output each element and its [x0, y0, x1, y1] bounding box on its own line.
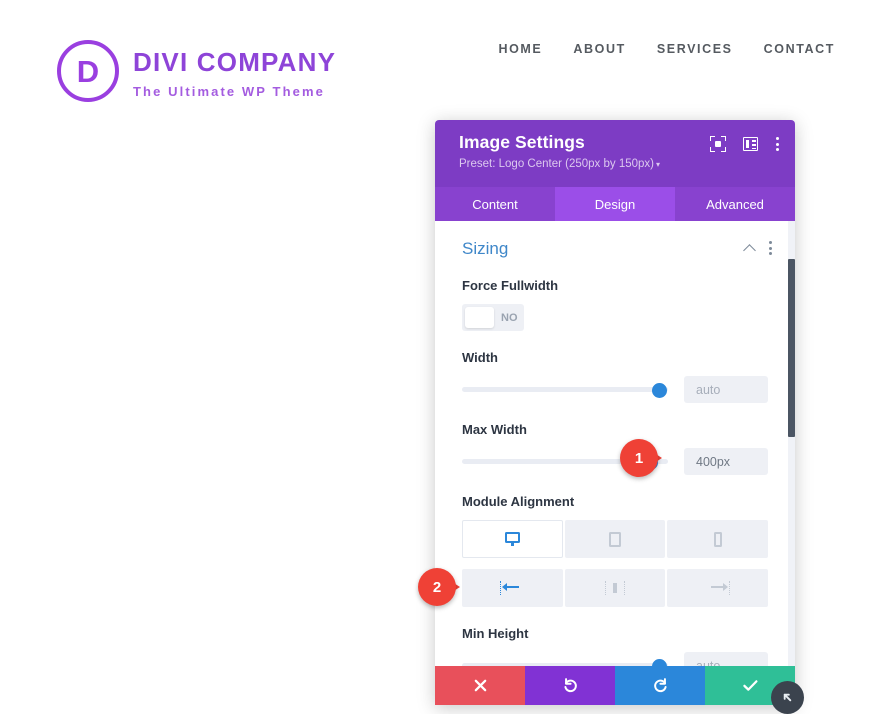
tablet-icon — [609, 531, 621, 547]
device-selector-group — [462, 520, 769, 558]
callout-number: 1 — [620, 439, 658, 477]
modal-tabs: Content Design Advanced — [435, 187, 795, 221]
modal-action-bar — [435, 666, 795, 705]
site-header: D DIVI COMPANY The Ultimate WP Theme HOM… — [0, 0, 880, 118]
force-fullwidth-toggle[interactable]: NO — [462, 304, 524, 331]
modal-header: Image Settings Preset: Logo Center (250p… — [435, 120, 795, 187]
logo-text-block: DIVI COMPANY The Ultimate WP Theme — [133, 40, 336, 99]
alignment-selector-group — [462, 569, 769, 607]
field-label: Module Alignment — [462, 494, 575, 509]
field-force-fullwidth: Force Fullwidth NO — [435, 278, 795, 331]
check-icon — [742, 680, 758, 691]
primary-navigation: HOME ABOUT SERVICES CONTACT — [498, 42, 835, 56]
field-module-alignment: Module Alignment — [435, 494, 795, 607]
redo-button[interactable] — [615, 666, 705, 705]
scrollbar-track[interactable] — [788, 221, 795, 666]
image-settings-modal: Image Settings Preset: Logo Center (250p… — [435, 120, 804, 714]
field-label: Width — [462, 350, 498, 365]
redo-icon — [653, 678, 667, 693]
field-label: Min Height — [462, 626, 529, 641]
device-option-phone[interactable] — [667, 520, 769, 558]
undo-icon — [563, 678, 577, 693]
min-height-slider[interactable] — [462, 656, 668, 666]
chevron-down-icon: ▾ — [655, 160, 660, 169]
slider-thumb[interactable] — [651, 382, 667, 398]
min-height-control-row — [462, 652, 768, 666]
max-width-input[interactable] — [684, 448, 768, 475]
field-min-height: Min Height — [435, 626, 795, 666]
close-icon — [474, 679, 486, 692]
field-max-width: Max Width — [435, 422, 795, 475]
field-width: Width — [435, 350, 795, 403]
logo-tagline: The Ultimate WP Theme — [133, 83, 325, 99]
nav-item-home[interactable]: HOME — [498, 42, 542, 56]
focus-icon[interactable] — [710, 136, 726, 152]
site-logo[interactable]: D DIVI COMPANY The Ultimate WP Theme — [57, 40, 336, 102]
chevron-up-icon[interactable] — [745, 243, 756, 254]
kebab-menu-icon[interactable] — [775, 136, 779, 152]
slider-track — [462, 387, 668, 392]
alignment-option-right[interactable] — [667, 569, 769, 607]
field-label: Force Fullwidth — [462, 278, 559, 293]
callout-number: 2 — [418, 568, 456, 606]
alignment-option-center[interactable] — [564, 569, 666, 607]
device-option-desktop[interactable] — [462, 520, 563, 558]
kebab-menu-icon[interactable] — [769, 241, 773, 256]
modal-body: Sizing Force Fullwidth NO Width auto Max… — [435, 221, 795, 666]
logo-title: DIVI COMPANY — [133, 47, 337, 77]
logo-mark-letter: D — [76, 53, 100, 89]
nav-item-contact[interactable]: CONTACT — [764, 42, 835, 56]
nav-item-services[interactable]: SERVICES — [657, 42, 733, 56]
align-center-icon — [603, 581, 627, 595]
width-control-row — [462, 376, 768, 403]
cancel-button[interactable] — [435, 666, 525, 705]
resize-arrow-icon — [783, 693, 792, 702]
min-height-input[interactable] — [684, 652, 768, 666]
tab-advanced[interactable]: Advanced — [675, 187, 795, 221]
divi-logo-icon: D — [57, 40, 119, 102]
desktop-icon — [504, 532, 520, 546]
preset-label: Preset: Logo Center (250px by 150px) — [459, 158, 654, 170]
modal-resize-handle[interactable] — [771, 681, 804, 714]
modal-header-actions — [710, 136, 779, 152]
max-width-control-row — [462, 448, 768, 475]
align-left-icon — [500, 581, 524, 595]
scrollbar-thumb[interactable] — [788, 259, 795, 437]
alignment-option-left[interactable] — [462, 569, 563, 607]
preset-selector[interactable]: Preset: Logo Center (250px by 150px) ▾ — [459, 158, 778, 170]
section-title-sizing: Sizing — [462, 239, 509, 258]
tab-design[interactable]: Design — [555, 187, 675, 221]
section-actions — [745, 241, 773, 256]
phone-icon — [713, 531, 722, 547]
width-slider[interactable] — [462, 380, 668, 400]
toggle-knob — [465, 307, 494, 328]
panel-layout-icon[interactable] — [743, 137, 758, 151]
device-option-tablet[interactable] — [564, 520, 666, 558]
callout-badge-2: 2 — [418, 568, 460, 606]
width-input[interactable] — [684, 376, 768, 403]
nav-item-about[interactable]: ABOUT — [573, 42, 625, 56]
tab-content[interactable]: Content — [435, 187, 555, 221]
slider-thumb[interactable] — [651, 658, 667, 666]
callout-badge-1: 1 — [620, 439, 662, 477]
sizing-section-header: Sizing — [435, 221, 795, 259]
field-label: Max Width — [462, 422, 527, 437]
toggle-value: NO — [501, 311, 518, 324]
undo-button[interactable] — [525, 666, 615, 705]
align-right-icon — [706, 581, 730, 595]
